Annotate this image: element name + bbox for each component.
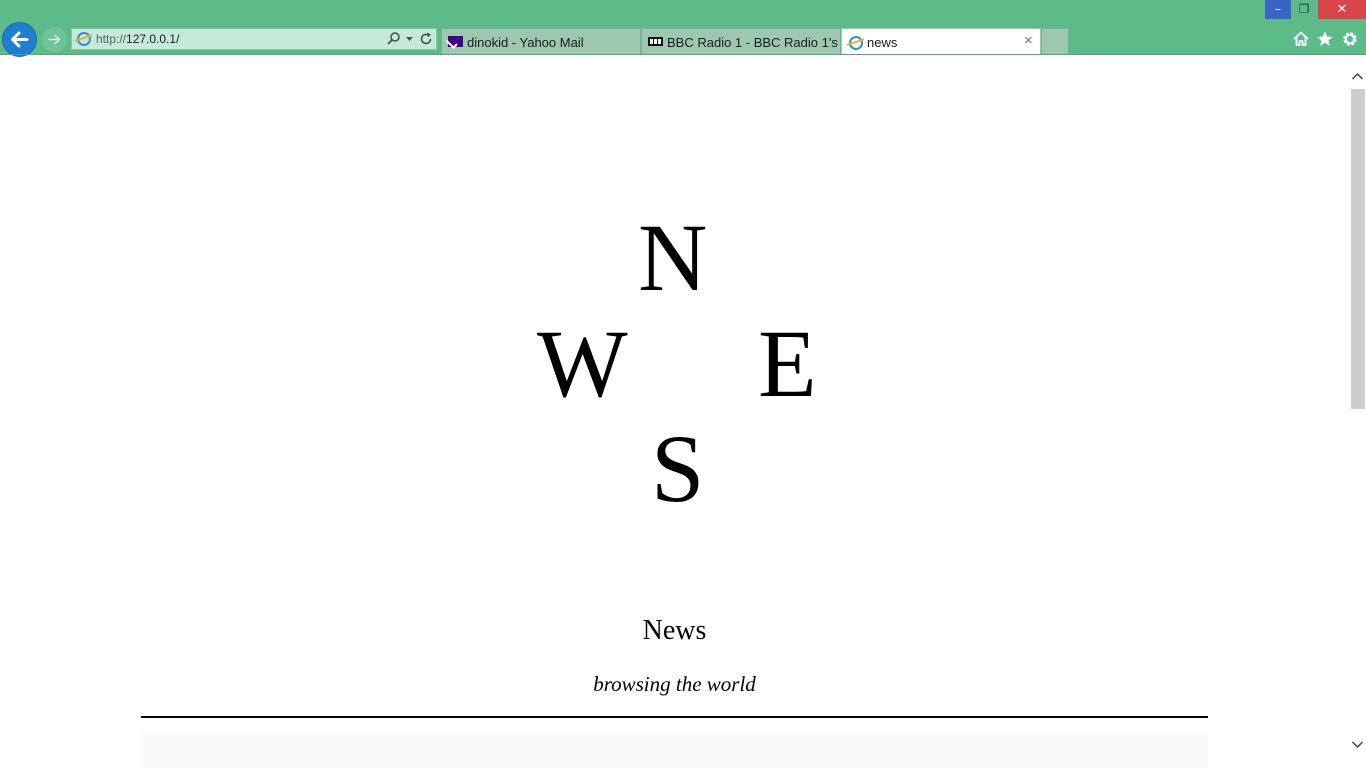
restore-button[interactable]: ❐: [1291, 0, 1317, 19]
settings-gear-icon[interactable]: [1340, 29, 1360, 49]
url-host: 127.0.0.1/: [126, 32, 180, 46]
tab-yahoo-mail[interactable]: dinokid - Yahoo Mail: [441, 28, 641, 55]
compass-letter-n: N: [638, 204, 708, 311]
favorites-star-icon[interactable]: [1315, 29, 1335, 49]
forward-button[interactable]: [42, 27, 67, 52]
site-title: News: [642, 615, 707, 646]
scroll-up-icon[interactable]: [1349, 66, 1366, 86]
minimize-button[interactable]: –: [1265, 0, 1291, 19]
scroll-thumb[interactable]: [1351, 89, 1365, 409]
compass-letter-w: W: [537, 310, 628, 417]
ie-site-icon: [77, 32, 91, 46]
url-scheme: http://: [96, 32, 127, 46]
tab-label: BBC Radio 1 - BBC Radio 1's ...: [667, 35, 853, 50]
search-dropdown-icon[interactable]: [386, 31, 416, 47]
new-tab-button[interactable]: [1041, 28, 1069, 55]
tab-bbc-radio[interactable]: BBC Radio 1 - BBC Radio 1's ...: [641, 28, 852, 55]
close-tab-icon[interactable]: ×: [1024, 32, 1033, 49]
header-divider: [141, 716, 1208, 718]
yahoo-mail-icon: [448, 36, 463, 47]
back-arrow-icon: [11, 31, 29, 48]
tab-label: dinokid - Yahoo Mail: [467, 35, 584, 50]
forward-arrow-icon: [48, 34, 61, 45]
home-icon[interactable]: [1291, 29, 1311, 49]
bbc-icon: [648, 37, 663, 46]
browser-chrome: – ❐ ✕ http://127.0.0.1/ dinokid - Yahoo …: [0, 0, 1366, 57]
scroll-down-icon[interactable]: [1349, 735, 1366, 755]
compass-letter-e: E: [758, 310, 817, 417]
tab-label: news: [867, 35, 898, 50]
ie-tab-icon: [849, 36, 863, 50]
tab-news[interactable]: news ×: [841, 28, 1041, 55]
chrome-divider: [0, 54, 1366, 55]
site-tagline: browsing the world: [593, 672, 756, 696]
content-area: [141, 735, 1208, 768]
close-window-button[interactable]: ✕: [1318, 0, 1366, 19]
url-text[interactable]: http://127.0.0.1/: [96, 32, 179, 46]
back-button[interactable]: [2, 22, 37, 57]
address-bar[interactable]: http://127.0.0.1/: [71, 28, 437, 50]
compass-letter-s: S: [651, 415, 705, 522]
refresh-icon[interactable]: [418, 31, 434, 47]
